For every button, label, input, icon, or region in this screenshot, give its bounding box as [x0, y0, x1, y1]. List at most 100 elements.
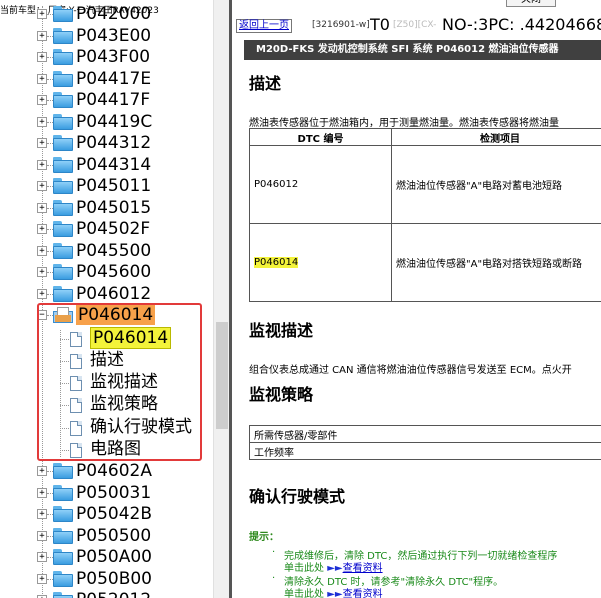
folder-icon	[53, 242, 73, 259]
folder-icon	[53, 199, 73, 216]
expand-icon[interactable]: +	[37, 573, 47, 584]
table-row: 所需传感器/零部件	[249, 425, 601, 443]
tree-item-label: P045600	[76, 262, 152, 282]
folder-icon	[53, 92, 73, 108]
expand-icon[interactable]: +	[37, 138, 47, 148]
back-link[interactable]: 返回上一页	[236, 19, 292, 33]
tree-item-label: P052012	[76, 590, 151, 598]
column-header-code: DTC 编号	[249, 128, 392, 146]
dtc-code-cell: P046012	[249, 145, 392, 224]
dtc-item-cell: 燃油油位传感器"A"电路对蓄电池短路	[391, 145, 601, 224]
expand-icon[interactable]: +	[37, 509, 47, 520]
bullet-dot: ·	[272, 547, 276, 558]
table-row: 工作频率	[249, 442, 601, 460]
tree-item-label: P044312	[76, 133, 152, 153]
tree-item-label: P043E00	[76, 25, 152, 46]
tree-item-label: P04419C	[76, 111, 153, 132]
strategy-table: 所需传感器/零部件 工作频率	[249, 425, 601, 460]
dtc-code-cell: P046014	[249, 223, 392, 302]
folder-icon	[53, 463, 73, 480]
tree-item-label: P04502F	[76, 219, 151, 239]
expand-icon[interactable]: +	[37, 202, 47, 213]
highlight-box	[37, 303, 202, 461]
view-info-link[interactable]: 查看资料	[343, 589, 383, 598]
expand-icon[interactable]: +	[37, 267, 47, 277]
bullet-dot: ·	[272, 573, 276, 584]
expand-icon[interactable]: +	[37, 95, 47, 105]
section-title-confirm-driving-pattern: 确认行驶模式	[249, 487, 346, 506]
expand-icon[interactable]: +	[37, 52, 47, 62]
tree-item-label: P04417F	[76, 90, 151, 110]
expand-icon[interactable]: +	[37, 9, 47, 19]
scrollbar-thumb[interactable]	[216, 322, 228, 429]
nopc-label: NO-:3PC: .442046688	[442, 15, 601, 34]
section-title-monitor-strategy: 监视策略	[249, 385, 314, 404]
expand-icon[interactable]: +	[37, 224, 47, 234]
tree-item-label: P045015	[76, 197, 152, 218]
folder-icon	[53, 592, 73, 598]
folder-icon	[53, 156, 73, 173]
tree-item-label: P04602A	[76, 461, 152, 482]
folder-icon	[53, 70, 73, 87]
strategy-cell: 工作频率	[249, 442, 601, 460]
expand-icon[interactable]: +	[37, 552, 47, 563]
dtc-code-highlight: P046014	[254, 257, 299, 268]
folder-icon	[53, 549, 73, 566]
tree-scrollbar[interactable]	[213, 0, 229, 598]
table-row: P046012 燃油油位传感器"A"电路对蓄电池短路	[249, 145, 601, 224]
tree-item-label: P050A00	[76, 547, 152, 568]
tree-item-label: P050500	[76, 525, 152, 546]
page-title: M20D-FKS 发动机控制系统 SFI 系统 P046012 燃油油位传感器	[244, 40, 601, 60]
tip-link-row: 单击此处 ►►查看资料	[284, 559, 383, 574]
folder-icon	[53, 27, 73, 44]
double-arrow-icon: ►►	[327, 589, 343, 598]
folder-icon	[53, 49, 73, 65]
tip-link-row: 单击此处 ►►查看资料	[284, 585, 383, 598]
content-pane: 返回上一页 [3216901-w] T0 [Z50][CX- NO-:3PC: …	[229, 0, 601, 598]
dtc-tree: + P042000 + P043E00 + P043F00 + P04417E + P04417F…	[0, 6, 213, 598]
tip-label: 提示：	[249, 532, 279, 543]
description-text: 燃油表传感器位于燃油箱内，用于测量燃油量。燃油表传感器将燃油量	[249, 118, 559, 129]
expand-icon[interactable]: +	[37, 487, 47, 498]
folder-icon	[53, 6, 73, 22]
folder-icon	[53, 570, 73, 587]
column-header-item: 检测项目	[391, 128, 601, 146]
monitor-description-text: 组合仪表总成通过 CAN 通信将燃油油位传感器信号发送至 ECM。点火开	[249, 365, 572, 376]
expand-icon[interactable]: +	[37, 181, 47, 191]
expand-icon[interactable]: +	[37, 530, 47, 541]
folder-icon	[53, 527, 73, 544]
expand-icon[interactable]: +	[37, 245, 47, 256]
app-window: 当前车型： 厂家:Y-一汽丰田RAV42023 关闭 +P042000+P043…	[0, 0, 601, 598]
folder-icon	[53, 113, 73, 130]
folder-icon	[53, 135, 73, 151]
content-top-bar: 返回上一页 [3216901-w] T0 [Z50][CX- NO-:3PC: …	[232, 15, 601, 36]
tree-item-label: P046012	[76, 283, 152, 304]
tree-item-label: P044314	[76, 154, 152, 175]
grey-code: [Z50][CX-	[393, 20, 437, 30]
tree-item-label: P04417E	[76, 68, 152, 89]
expand-icon[interactable]: +	[37, 73, 47, 84]
section-title-description: 描述	[249, 74, 282, 93]
tree-item-label: P045500	[76, 240, 152, 261]
folder-icon	[53, 178, 73, 194]
expand-icon[interactable]: +	[37, 288, 47, 299]
folder-icon	[53, 264, 73, 280]
dtc-item-cell: 燃油油位传感器"A"电路对搭铁短路或断路	[391, 223, 601, 302]
tree-item-label: P045011	[76, 176, 152, 196]
section-title-monitor-description: 监视描述	[249, 321, 314, 340]
tree-item-label: P050B00	[76, 568, 152, 589]
expand-icon[interactable]: +	[37, 159, 47, 170]
doc-code: [3216901-w]	[312, 20, 370, 30]
tree-item-label: P050031	[76, 482, 152, 503]
strategy-cell: 所需传感器/零部件	[249, 425, 601, 443]
folder-icon	[53, 285, 73, 302]
folder-icon	[53, 506, 73, 523]
folder-icon	[53, 221, 73, 237]
expand-icon[interactable]: +	[37, 30, 47, 41]
tree-item-label: P043F00	[76, 47, 151, 67]
expand-icon[interactable]: +	[37, 466, 47, 477]
tree-item-label: P05042B	[76, 504, 152, 525]
expand-icon[interactable]: +	[37, 116, 47, 127]
table-row: P046014 燃油油位传感器"A"电路对搭铁短路或断路	[249, 223, 601, 302]
dtc-table: DTC 编号 检测项目 P046012 燃油油位传感器"A"电路对蓄电池短路 P…	[249, 128, 601, 302]
